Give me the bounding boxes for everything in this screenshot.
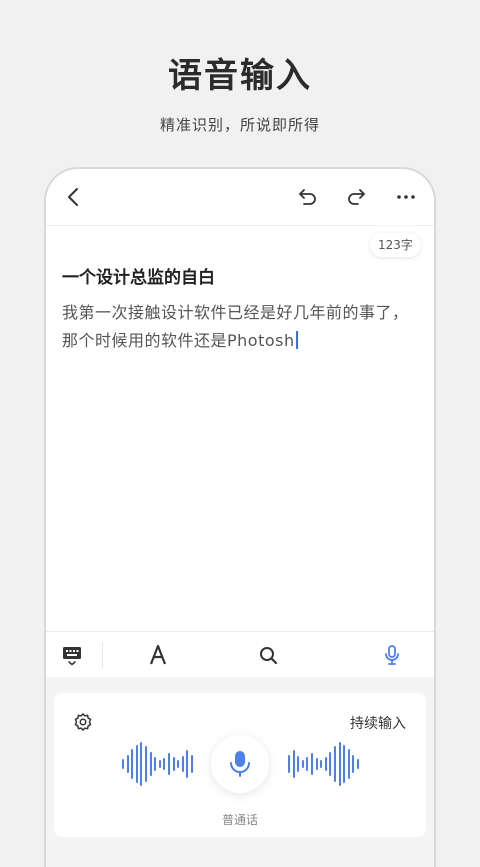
redo-button[interactable] — [344, 185, 368, 209]
waveform-bar — [288, 755, 290, 773]
voice-input-area: 持续输入 普通话 — [46, 677, 434, 867]
waveform-bar — [145, 746, 147, 782]
continuous-input-toggle[interactable]: 持续输入 — [350, 713, 406, 733]
waveform-bar — [154, 757, 157, 771]
waveform-bar — [158, 760, 161, 768]
editor-topbar — [46, 169, 434, 226]
language-label[interactable]: 普通话 — [54, 811, 426, 828]
voice-settings-button[interactable] — [72, 711, 94, 733]
record-button[interactable] — [211, 735, 269, 793]
mic-icon — [385, 645, 399, 665]
waveform-bar — [135, 745, 138, 783]
chevron-left-icon — [68, 188, 78, 206]
waveform-bar — [131, 749, 134, 779]
phone-frame: 123字 一个设计总监的自白 我第一次接触设计软件已经是好几年前的事了，那个时候… — [44, 167, 436, 867]
font-icon — [149, 644, 167, 665]
waveform-bar — [122, 759, 124, 769]
left-waveform — [122, 739, 198, 789]
waveform-bar — [347, 749, 350, 779]
more-horizontal-icon — [397, 195, 415, 199]
waveform-bar — [140, 742, 143, 786]
waveform-bar — [320, 760, 323, 768]
text-caret — [295, 331, 298, 349]
waveform-bar — [343, 745, 346, 783]
promo-subtitle: 精准识别，所说即所得 — [159, 116, 320, 134]
waveform-bar — [338, 742, 341, 786]
undo-button[interactable] — [296, 185, 320, 209]
promo-title: 语音输入 — [168, 56, 312, 96]
waveform-bar — [149, 752, 152, 776]
waveform-bar — [357, 759, 359, 769]
gear-icon — [74, 713, 92, 731]
undo-icon — [299, 189, 316, 205]
waveform-bar — [301, 760, 304, 768]
waveform-bar — [163, 758, 166, 770]
waveform-bar — [352, 755, 355, 773]
waveform-bar — [186, 750, 189, 778]
waveform-bar — [297, 756, 300, 772]
waveform-bar — [168, 753, 170, 775]
waveform-bar — [172, 757, 175, 771]
voice-input-button[interactable] — [380, 643, 404, 667]
toolbar-divider — [102, 642, 103, 668]
search-icon — [260, 647, 278, 665]
waveform-bar — [292, 750, 295, 778]
back-button[interactable] — [62, 185, 86, 209]
waveform-bar — [311, 753, 313, 775]
waveform-bar — [181, 756, 184, 772]
waveform-bar — [329, 752, 332, 776]
waveform-bar — [126, 755, 129, 773]
waveform-bar — [334, 746, 336, 782]
word-count-badge: 123字 — [370, 233, 421, 257]
right-waveform — [288, 739, 364, 789]
waveform-bar — [324, 757, 327, 771]
note-title[interactable]: 一个设计总监的自白 — [62, 263, 215, 288]
search-button[interactable] — [256, 643, 280, 667]
note-body[interactable]: 我第一次接触设计软件已经是好几年前的事了，那个时候用的软件还是Photosh — [62, 299, 412, 355]
note-body-text: 我第一次接触设计软件已经是好几年前的事了，那个时候用的软件还是Photosh — [62, 303, 409, 350]
more-button[interactable] — [394, 185, 418, 209]
waveform-bar — [191, 755, 193, 773]
redo-icon — [348, 189, 365, 205]
voice-panel: 持续输入 普通话 — [54, 693, 426, 837]
font-button[interactable] — [146, 643, 170, 667]
waveform-bar — [177, 760, 180, 768]
waveform-bar — [315, 758, 318, 770]
waveform-bar — [306, 757, 309, 771]
keyboard-toggle-button[interactable] — [60, 643, 84, 667]
mic-icon — [230, 751, 250, 777]
keyboard-icon — [63, 647, 81, 666]
editor-toolbar — [46, 631, 434, 678]
